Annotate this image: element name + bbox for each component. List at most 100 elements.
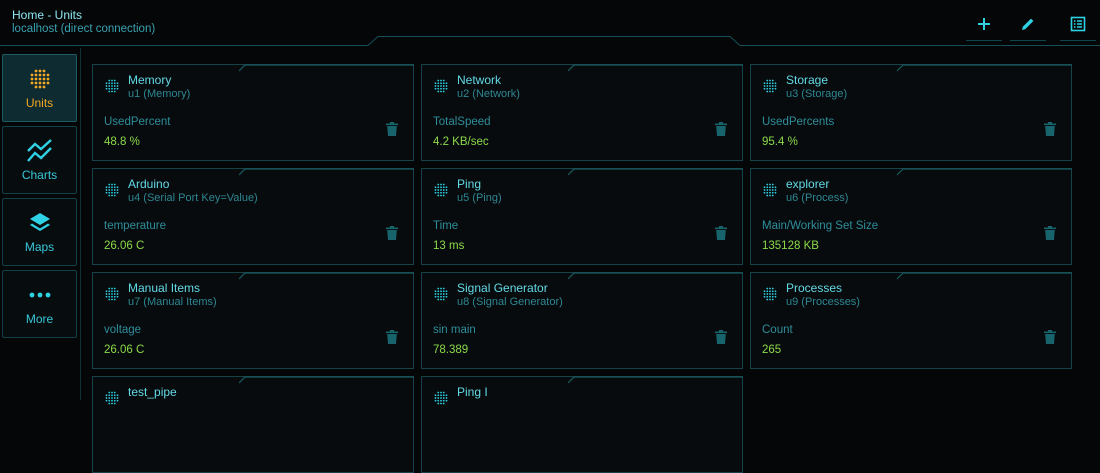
unit-name: Network <box>457 73 502 87</box>
trash-icon <box>715 226 727 240</box>
trash-icon <box>1044 226 1056 240</box>
more-dots-icon <box>29 292 50 298</box>
unit-icon <box>434 391 448 405</box>
edit-button[interactable] <box>1010 8 1046 41</box>
unit-name: Manual Items <box>128 281 201 295</box>
delete-unit-button[interactable] <box>715 122 727 139</box>
unit-measure-label: temperature <box>104 220 167 232</box>
app-header: Home - Units localhost (direct connectio… <box>0 0 1100 46</box>
header-frame-line <box>0 36 1100 46</box>
sidebar-item-more[interactable]: More <box>2 270 77 338</box>
unit-icon <box>763 287 777 301</box>
unit-measure-value: 95.4 % <box>762 136 798 148</box>
card-notch <box>239 64 414 72</box>
unit-name: Ping I <box>457 385 488 399</box>
unit-name: Storage <box>786 73 829 87</box>
sidebar-nav: Units Charts Maps More <box>0 48 81 400</box>
delete-unit-button[interactable] <box>386 330 398 347</box>
card-notch <box>239 272 414 280</box>
unit-id: u5 (Ping) <box>457 192 502 204</box>
unit-name: Arduino <box>128 177 170 191</box>
unit-card[interactable]: Manual Items u7 (Manual Items) voltage 26.0… <box>92 272 414 369</box>
delete-unit-button[interactable] <box>1044 330 1056 347</box>
unit-card[interactable]: Signal Generator u8 (Signal Generator) sin… <box>421 272 743 369</box>
card-notch <box>568 64 743 72</box>
sidebar-item-label: Charts <box>21 168 58 182</box>
delete-unit-button[interactable] <box>386 226 398 243</box>
sidebar-item-units[interactable]: Units <box>2 54 77 122</box>
sidebar-item-charts[interactable]: Charts <box>2 126 77 194</box>
trash-icon <box>386 330 398 344</box>
layers-icon <box>29 213 50 231</box>
unit-measure-label: sin main <box>433 324 476 336</box>
delete-unit-button[interactable] <box>386 122 398 139</box>
unit-id: u9 (Processes) <box>786 296 860 308</box>
unit-measure-label: UsedPercents <box>762 116 835 128</box>
units-icon <box>30 69 49 89</box>
unit-measure-value: 26.06 C <box>104 240 145 252</box>
unit-measure-value: 265 <box>762 344 782 356</box>
unit-measure-value: 13 ms <box>433 240 465 252</box>
unit-card[interactable]: Memory u1 (Memory) UsedPercent 48.8 % <box>92 64 414 161</box>
trash-icon <box>386 226 398 240</box>
unit-card[interactable]: Arduino u4 (Serial Port Key=Value) tempera… <box>92 168 414 265</box>
unit-icon <box>105 391 119 405</box>
unit-measure-label: voltage <box>104 324 142 336</box>
unit-measure-label: UsedPercent <box>104 116 171 128</box>
card-notch <box>897 64 1072 72</box>
unit-name: Ping <box>457 177 482 191</box>
unit-icon <box>105 79 119 93</box>
trash-icon <box>1044 330 1056 344</box>
trash-icon <box>1044 122 1056 136</box>
unit-icon <box>105 183 119 197</box>
add-button[interactable] <box>966 8 1002 41</box>
connection-subtitle: localhost (direct connection) <box>12 23 156 35</box>
unit-measure-value: 48.8 % <box>104 136 140 148</box>
trash-icon <box>715 122 727 136</box>
card-notch <box>568 376 743 384</box>
page-title: Home - Units <box>12 8 83 22</box>
unit-card[interactable]: Ping u5 (Ping) Time 13 ms <box>421 168 743 265</box>
unit-card[interactable]: Storage u3 (Storage) UsedPercents 95.4 % <box>750 64 1072 161</box>
unit-icon <box>105 287 119 301</box>
delete-unit-button[interactable] <box>1044 226 1056 243</box>
unit-id: u2 (Network) <box>457 88 520 100</box>
unit-measure-label: TotalSpeed <box>433 116 491 128</box>
unit-id: u4 (Serial Port Key=Value) <box>128 192 258 204</box>
unit-id: u8 (Signal Generator) <box>457 296 563 308</box>
trash-icon <box>715 330 727 344</box>
unit-name: Memory <box>128 73 172 87</box>
unit-name: test_pipe <box>128 385 177 399</box>
unit-measure-value: 135128 KB <box>762 240 819 252</box>
unit-icon <box>763 79 777 93</box>
unit-icon <box>434 183 448 197</box>
card-notch <box>897 168 1072 176</box>
sidebar-item-maps[interactable]: Maps <box>2 198 77 266</box>
card-notch <box>568 272 743 280</box>
unit-card[interactable]: Ping I <box>421 376 743 473</box>
unit-icon <box>434 287 448 301</box>
card-notch <box>897 272 1072 280</box>
card-notch <box>239 168 414 176</box>
delete-unit-button[interactable] <box>1044 122 1056 139</box>
unit-card[interactable]: Processes u9 (Processes) Count 265 <box>750 272 1072 369</box>
unit-id: u1 (Memory) <box>128 88 191 100</box>
list-view-button[interactable] <box>1060 8 1096 41</box>
unit-card[interactable]: Network u2 (Network) TotalSpeed 4.2 KB/sec <box>421 64 743 161</box>
unit-id: u3 (Storage) <box>786 88 848 100</box>
unit-card[interactable]: test_pipe <box>92 376 414 473</box>
sidebar-item-label: Units <box>25 96 54 110</box>
trash-icon <box>386 122 398 136</box>
pencil-icon <box>1022 18 1034 30</box>
unit-measure-value: 26.06 C <box>104 344 145 356</box>
unit-name: Signal Generator <box>457 281 548 295</box>
unit-measure-label: Main/Working Set Size <box>762 220 879 232</box>
unit-icon <box>763 183 777 197</box>
unit-measure-label: Count <box>762 324 793 336</box>
delete-unit-button[interactable] <box>715 330 727 347</box>
unit-card[interactable]: explorer u6 (Process) Main/Working Set Siz… <box>750 168 1072 265</box>
unit-id: u7 (Manual Items) <box>128 296 217 308</box>
delete-unit-button[interactable] <box>715 226 727 243</box>
unit-name: Processes <box>786 281 843 295</box>
unit-measure-value: 78.389 <box>433 344 469 356</box>
